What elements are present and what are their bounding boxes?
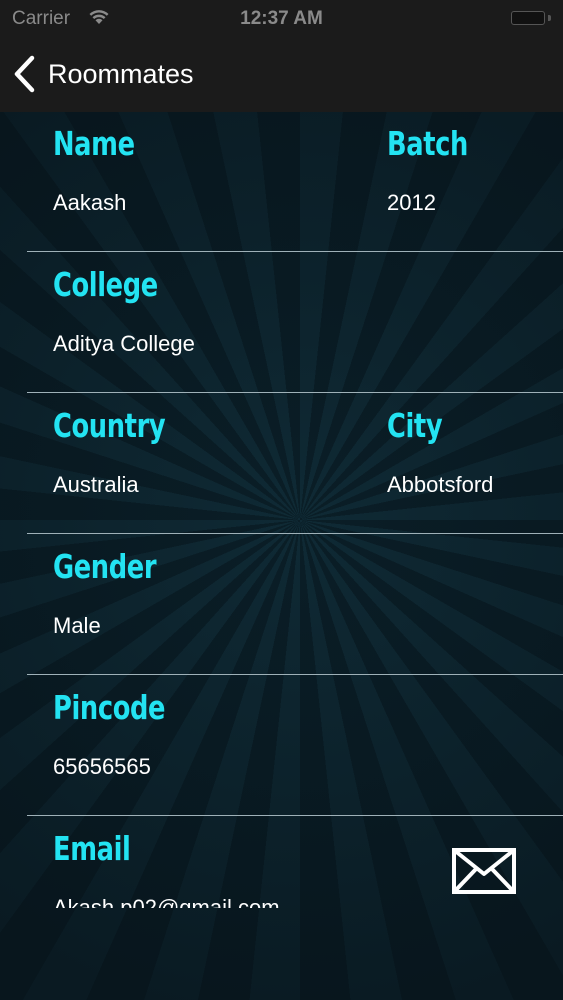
section-college: College Aditya College	[0, 253, 563, 393]
section-name-batch: Name Aakash Batch 2012	[0, 112, 563, 252]
divider	[27, 674, 563, 675]
field-label: Name	[53, 124, 135, 163]
divider	[27, 392, 563, 393]
envelope-icon[interactable]	[451, 847, 517, 895]
field-value: Aakash	[53, 190, 127, 215]
section-pincode: Pincode 65656565	[0, 676, 563, 816]
field-label: Country	[53, 406, 166, 445]
field-label: Pincode	[53, 688, 166, 727]
back-label: Roommates	[48, 58, 194, 89]
section-gender: Gender Male	[0, 535, 563, 675]
field-value: Male	[53, 613, 101, 638]
field-value: Abbotsford	[387, 472, 494, 497]
battery-icon	[511, 11, 551, 25]
status-bar: Carrier 12:37 AM	[0, 0, 563, 38]
field-value: 2012	[387, 190, 436, 215]
divider	[27, 533, 563, 534]
field-value: Aditya College	[53, 331, 195, 356]
field-label: Email	[53, 829, 131, 868]
divider	[27, 251, 563, 252]
field-value: Australia	[53, 472, 139, 497]
screen-background: Carrier 12:37 AM Roommates Name Aakash B…	[0, 0, 563, 1000]
navigation-bar: Roommates	[0, 38, 563, 112]
field-label: College	[53, 265, 158, 304]
section-country-city: Country Australia City Abbotsford	[0, 394, 563, 534]
field-label: City	[387, 406, 443, 445]
field-label: Batch	[387, 124, 468, 163]
field-value: Akash.p02@gmail.com	[53, 895, 280, 908]
field-value: 65656565	[53, 754, 151, 779]
divider	[27, 815, 563, 816]
clock: 12:37 AM	[240, 8, 323, 29]
back-button[interactable]: Roommates	[12, 54, 194, 94]
field-label: Gender	[53, 547, 157, 586]
profile-details: Name Aakash Batch 2012 College Aditya Co…	[0, 112, 563, 908]
bottom-area	[0, 908, 563, 1000]
chevron-left-icon	[14, 55, 35, 93]
